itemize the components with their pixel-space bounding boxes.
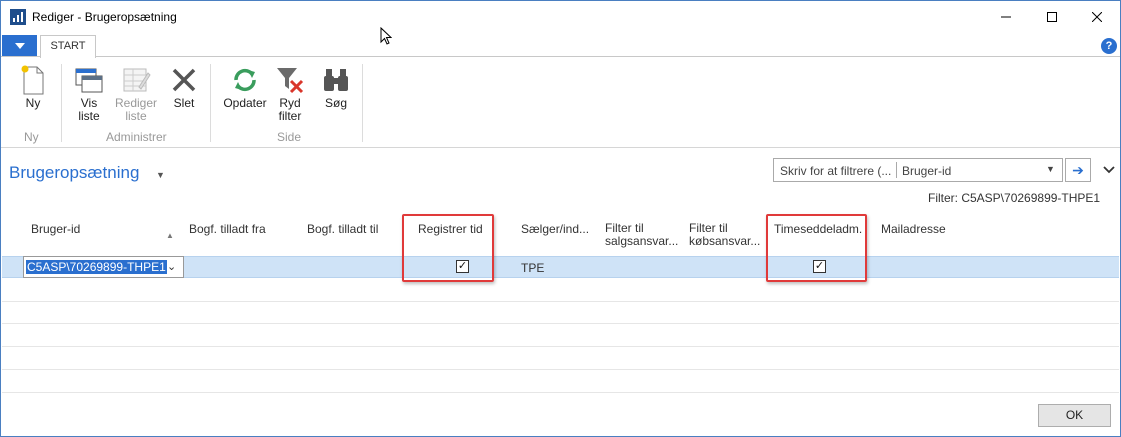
group-divider	[61, 64, 62, 142]
ok-button[interactable]: OK	[1038, 404, 1111, 427]
group-label-manage: Administrer	[106, 130, 167, 144]
new-label: Ny	[25, 96, 41, 110]
column-header-email[interactable]: Mailadresse	[881, 223, 946, 236]
window-title: Rediger - Brugeropsætning	[32, 10, 177, 24]
edit-list-label-line2: liste	[125, 109, 147, 123]
clear-filter-icon	[277, 68, 304, 94]
edit-list-button[interactable]: Rediger liste	[112, 63, 160, 123]
collapse-chevron-icon[interactable]	[1103, 163, 1115, 177]
title-bar: Rediger - Brugeropsætning	[1, 1, 1120, 33]
page-title: Brugeropsætning	[9, 163, 140, 182]
table-row	[2, 392, 1119, 393]
edit-list-icon	[123, 68, 151, 92]
ribbon: Ny Ny Vis liste Rediger liste Slet Admin…	[1, 56, 1120, 148]
column-header-allow-from[interactable]: Bogf. tilladt fra	[189, 223, 266, 236]
ribbon-tab-row: START ?	[1, 33, 1120, 58]
user-id-cell-editor[interactable]: C5ASP\70269899-THPE1 ⌄	[23, 256, 184, 278]
find-button[interactable]: Søg	[318, 63, 354, 110]
binoculars-icon	[324, 69, 348, 91]
clear-filter-label-line2: filter	[278, 109, 302, 123]
table-row	[2, 301, 1119, 302]
table-row	[2, 323, 1119, 324]
app-logo-icon	[10, 9, 26, 25]
refresh-button[interactable]: Opdater	[221, 63, 269, 110]
new-document-icon	[21, 65, 44, 95]
delete-button[interactable]: Slet	[166, 63, 202, 110]
chevron-down-icon[interactable]: ⌄	[167, 260, 176, 273]
delete-x-icon	[172, 68, 196, 92]
clear-filter-button[interactable]: Ryd filter	[272, 63, 308, 123]
group-label-page: Side	[277, 130, 302, 144]
user-id-value[interactable]: C5ASP\70269899-THPE1	[26, 260, 167, 274]
highlight-box-register-time	[402, 214, 494, 282]
dropdown-triangle-icon	[14, 43, 25, 49]
new-button[interactable]: Ny	[15, 63, 51, 110]
highlight-box-timesheet-admin	[766, 214, 867, 282]
application-menu-button[interactable]	[2, 35, 37, 57]
filter-divider	[896, 162, 897, 178]
title-dropdown-icon[interactable]: ▼	[156, 170, 165, 180]
maximize-button[interactable]	[1029, 1, 1075, 33]
arrow-right-icon: ➔	[1072, 162, 1084, 178]
column-header-filter-purchase-line2: købsansvar...	[689, 234, 761, 248]
sort-ascending-icon: ▲	[166, 231, 174, 240]
group-divider	[362, 64, 363, 142]
find-label: Søg	[324, 96, 347, 110]
refresh-icon	[234, 68, 256, 92]
minimize-button[interactable]	[983, 1, 1029, 33]
column-header-filter-purchase[interactable]: Filter til købsansvar...	[689, 222, 760, 248]
delete-label: Slet	[173, 96, 195, 110]
column-header-salesperson[interactable]: Sælger/ind...	[521, 223, 589, 236]
table-row	[2, 369, 1119, 370]
view-list-button[interactable]: Vis liste	[71, 63, 107, 123]
apply-filter-button[interactable]: ➔	[1065, 158, 1091, 182]
group-divider	[210, 64, 211, 142]
column-header-allow-to[interactable]: Bogf. tilladt til	[307, 223, 378, 236]
filter-status-text: Filter: C5ASP\70269899-THPE1	[928, 191, 1101, 205]
table-row	[2, 346, 1119, 347]
view-list-icon	[75, 68, 103, 93]
maximize-icon	[1047, 12, 1057, 22]
filter-search-input[interactable]: Skriv for at filtrere (...	[780, 164, 891, 178]
refresh-label: Opdater	[223, 96, 267, 110]
close-icon	[1092, 12, 1102, 22]
dialog-window: Rediger - Brugeropsætning START ? Ny Ny …	[0, 0, 1121, 437]
chevron-down-icon[interactable]: ▼	[1046, 164, 1055, 174]
minimize-icon	[1001, 16, 1011, 18]
column-header-filter-sales-line2: salgsansvar...	[605, 234, 679, 248]
help-icon[interactable]: ?	[1101, 38, 1117, 54]
column-header-user-id[interactable]: Bruger-id	[31, 223, 80, 236]
view-list-label-line2: liste	[78, 109, 100, 123]
column-header-filter-sales[interactable]: Filter til salgsansvar...	[605, 222, 678, 248]
tab-start[interactable]: START	[40, 35, 96, 58]
group-label-new: Ny	[24, 130, 39, 144]
salesperson-cell[interactable]: TPE	[521, 261, 544, 275]
close-button[interactable]	[1074, 1, 1120, 33]
filter-field-select[interactable]: Bruger-id	[902, 164, 951, 178]
filter-box: Skriv for at filtrere (... Bruger-id ▼	[773, 158, 1063, 182]
